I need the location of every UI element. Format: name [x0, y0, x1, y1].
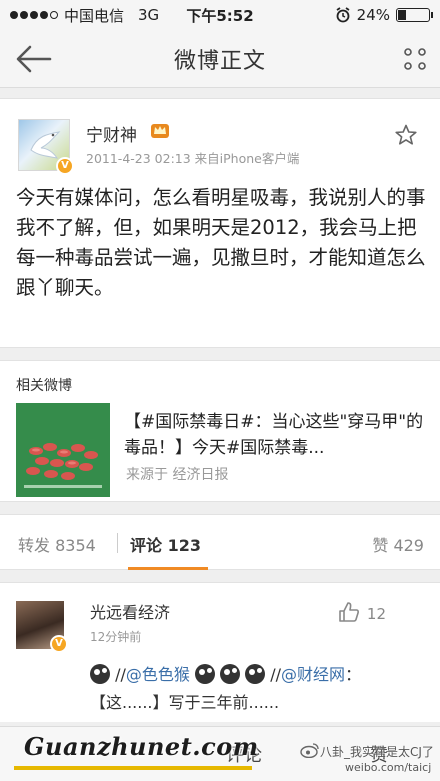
page-title: 微博正文	[173, 48, 266, 74]
comment-item: V 光远看经济 12分钟前 12 //@色色猴 //@财经网：【这......】…	[0, 582, 440, 722]
commenter-avatar[interactable]: V	[16, 601, 68, 653]
emoticon-icon	[90, 664, 110, 684]
tab-divider	[117, 533, 118, 553]
verified-badge: V	[56, 157, 74, 175]
vip-crown-icon	[151, 124, 169, 138]
comment-like-count: 12	[366, 605, 386, 623]
tab-likes[interactable]: 赞 429	[372, 532, 424, 556]
favorite-star-icon[interactable]	[394, 123, 418, 147]
pills-image	[16, 403, 110, 497]
post-card: V 宁财神 2011-4-23 02:13 来自iPhone客户端 今天有媒体问…	[0, 98, 440, 348]
related-weibo-card[interactable]: 相关微博 【#国际禁毒日#：当心这些"穿马甲"的毒品！】今天#国际禁毒... 来…	[0, 360, 440, 502]
battery-icon	[396, 8, 433, 22]
post-body-text: 今天有媒体问，怎么看明星吸毒，我说别人的事我不了解，但，如果明天是2012，我会…	[16, 186, 426, 299]
author-name[interactable]: 宁财神	[86, 121, 137, 146]
weibo-url-watermark: weibo.com/taicj	[345, 761, 432, 774]
mention-link[interactable]: @色色猴	[126, 665, 190, 684]
battery-percent: 24%	[356, 6, 390, 24]
thumbs-up-icon[interactable]	[338, 601, 360, 623]
emoticon-icon	[194, 664, 215, 684]
comment-time: 12分钟前	[90, 630, 142, 644]
post-timestamp-source: 2011-4-23 02:13 来自iPhone客户端	[86, 151, 300, 166]
bird-icon	[30, 131, 61, 159]
related-title[interactable]: 【#国际禁毒日#：当心这些"穿马甲"的毒品！】今天#国际禁毒...	[124, 409, 424, 461]
emoticon-icon	[245, 664, 266, 684]
network-label: 3G	[138, 6, 160, 24]
related-source: 来源于 经济日报	[126, 467, 229, 483]
mention-link[interactable]: @财经网	[281, 665, 345, 684]
more-options-icon[interactable]	[402, 46, 428, 72]
related-heading: 相关微博	[16, 378, 72, 394]
separator: //	[115, 665, 126, 684]
commenter-verified-badge: V	[50, 635, 68, 653]
nav-bar: 微博正文	[0, 30, 440, 88]
battery-fill	[398, 10, 406, 20]
comment-text: //@色色猴 //@财经网：【这......】写于三年前......	[90, 661, 410, 717]
engagement-tabs: 转发 8354 评论 123 赞 429	[0, 514, 440, 570]
status-bar: 中国电信 3G 下午5:52 24%	[0, 0, 440, 30]
tab-reposts[interactable]: 转发 8354	[18, 532, 96, 556]
commenter-name[interactable]: 光远看经济	[90, 599, 170, 623]
signal-strength-icon	[10, 11, 58, 19]
site-watermark: Guanzhunet.com	[24, 732, 259, 761]
emoticon-icon	[220, 664, 241, 684]
weibo-handle-watermark: 八卦_我实在是太CJ了	[320, 745, 434, 759]
alarm-icon	[336, 7, 350, 23]
tab-comments[interactable]: 评论 123	[130, 532, 201, 556]
separator: //	[270, 665, 282, 684]
related-thumbnail	[16, 403, 110, 497]
status-right: 24%	[335, 6, 433, 24]
carrier-label: 中国电信	[64, 6, 125, 25]
status-left: 中国电信 3G	[10, 5, 159, 26]
weibo-logo-icon	[300, 743, 319, 758]
active-tab-indicator	[128, 567, 208, 570]
author-avatar[interactable]: V	[18, 119, 74, 175]
back-arrow-icon[interactable]	[14, 42, 54, 76]
watermark-underline	[14, 766, 252, 770]
